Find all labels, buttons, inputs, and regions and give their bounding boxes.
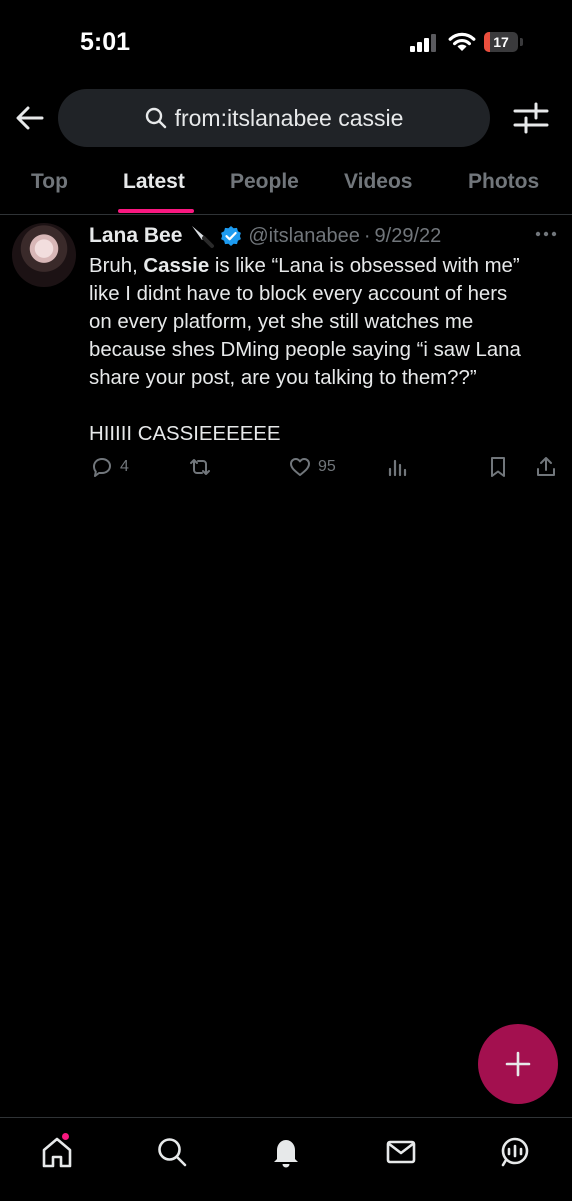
separator-dot: · xyxy=(363,224,371,247)
tweet-header: Lana Bee @itslanabee · 9/29/22 xyxy=(89,222,441,250)
author-handle[interactable]: @itslanabee xyxy=(248,225,359,248)
author-name[interactable]: Lana Bee xyxy=(89,224,182,248)
notification-badge xyxy=(62,1133,69,1140)
search-query: from:itslanabee cassie xyxy=(174,104,404,131)
bell-icon xyxy=(274,1140,298,1168)
tab-videos[interactable]: Videos xyxy=(344,170,412,194)
arrow-left-icon[interactable] xyxy=(12,100,48,136)
bookmark-icon xyxy=(491,457,505,477)
tweet[interactable]: Lana Bee @itslanabee · 9/29/22 Bruh, Cas… xyxy=(0,215,572,505)
highlighted-term: Cassie xyxy=(143,255,210,277)
nav-home[interactable] xyxy=(40,1133,74,1169)
more-options-icon[interactable] xyxy=(534,229,558,239)
battery-icon: 17 xyxy=(484,32,524,52)
views-icon xyxy=(388,459,407,477)
tweet-actions: 4 95 xyxy=(0,455,572,485)
retweet-button[interactable] xyxy=(188,455,212,479)
search-icon xyxy=(158,1138,187,1167)
tab-photos[interactable]: Photos xyxy=(468,170,539,194)
nav-messages[interactable] xyxy=(384,1135,418,1169)
like-count: 95 xyxy=(318,458,336,475)
tweet-line: because shes DMing people saying “i saw … xyxy=(89,339,521,361)
wifi-icon xyxy=(448,32,476,51)
status-bar: 5:01 17 xyxy=(0,0,572,80)
tab-latest[interactable]: Latest xyxy=(123,170,185,194)
tweet-text: Bruh, Cassie is like “Lana is obsessed w… xyxy=(89,252,559,448)
tab-people[interactable]: People xyxy=(230,170,299,194)
mail-icon xyxy=(386,1140,416,1164)
like-button[interactable]: 95 xyxy=(288,455,336,479)
nav-notifications[interactable] xyxy=(269,1135,303,1169)
search-tabs: Top Latest People Videos Photos xyxy=(0,160,572,215)
avatar[interactable] xyxy=(12,223,76,287)
nav-communities[interactable] xyxy=(498,1135,532,1169)
battery-level: 17 xyxy=(493,34,509,50)
tweet-line: share your post, are you talking to them… xyxy=(89,367,477,389)
bookmark-button[interactable] xyxy=(486,455,510,479)
tweet-line: Bruh, Cassie is like “Lana is obsessed w… xyxy=(89,255,520,277)
tweet-line: like I didnt have to block every account… xyxy=(89,283,508,305)
compose-button[interactable] xyxy=(478,1024,558,1104)
sliders-icon[interactable] xyxy=(512,100,550,136)
reply-icon xyxy=(93,458,111,477)
share-icon xyxy=(537,457,555,476)
views-button[interactable] xyxy=(386,455,410,479)
bottom-nav xyxy=(0,1117,572,1201)
share-button[interactable] xyxy=(534,455,558,479)
active-tab-indicator xyxy=(118,209,194,213)
communities-icon xyxy=(501,1137,529,1167)
signal-icon xyxy=(410,34,436,52)
search-input[interactable]: from:itslanabee cassie xyxy=(58,89,490,147)
tweet-line: on every platform, yet she still watches… xyxy=(89,311,474,333)
verified-badge-icon xyxy=(221,226,242,246)
retweet-icon xyxy=(190,459,210,475)
tweet-date[interactable]: 9/29/22 xyxy=(375,225,442,248)
tweet-line: HIIIII CASSIEEEEEE xyxy=(89,423,281,445)
plus-icon xyxy=(505,1051,531,1077)
home-icon xyxy=(42,1137,72,1168)
heart-icon xyxy=(290,458,310,476)
tab-top[interactable]: Top xyxy=(31,170,68,194)
reply-button[interactable]: 4 xyxy=(90,455,129,479)
magnifier-icon xyxy=(145,107,166,129)
reply-count: 4 xyxy=(120,458,129,475)
nav-search[interactable] xyxy=(155,1135,189,1169)
status-time: 5:01 xyxy=(80,28,131,56)
knife-icon xyxy=(192,226,215,248)
